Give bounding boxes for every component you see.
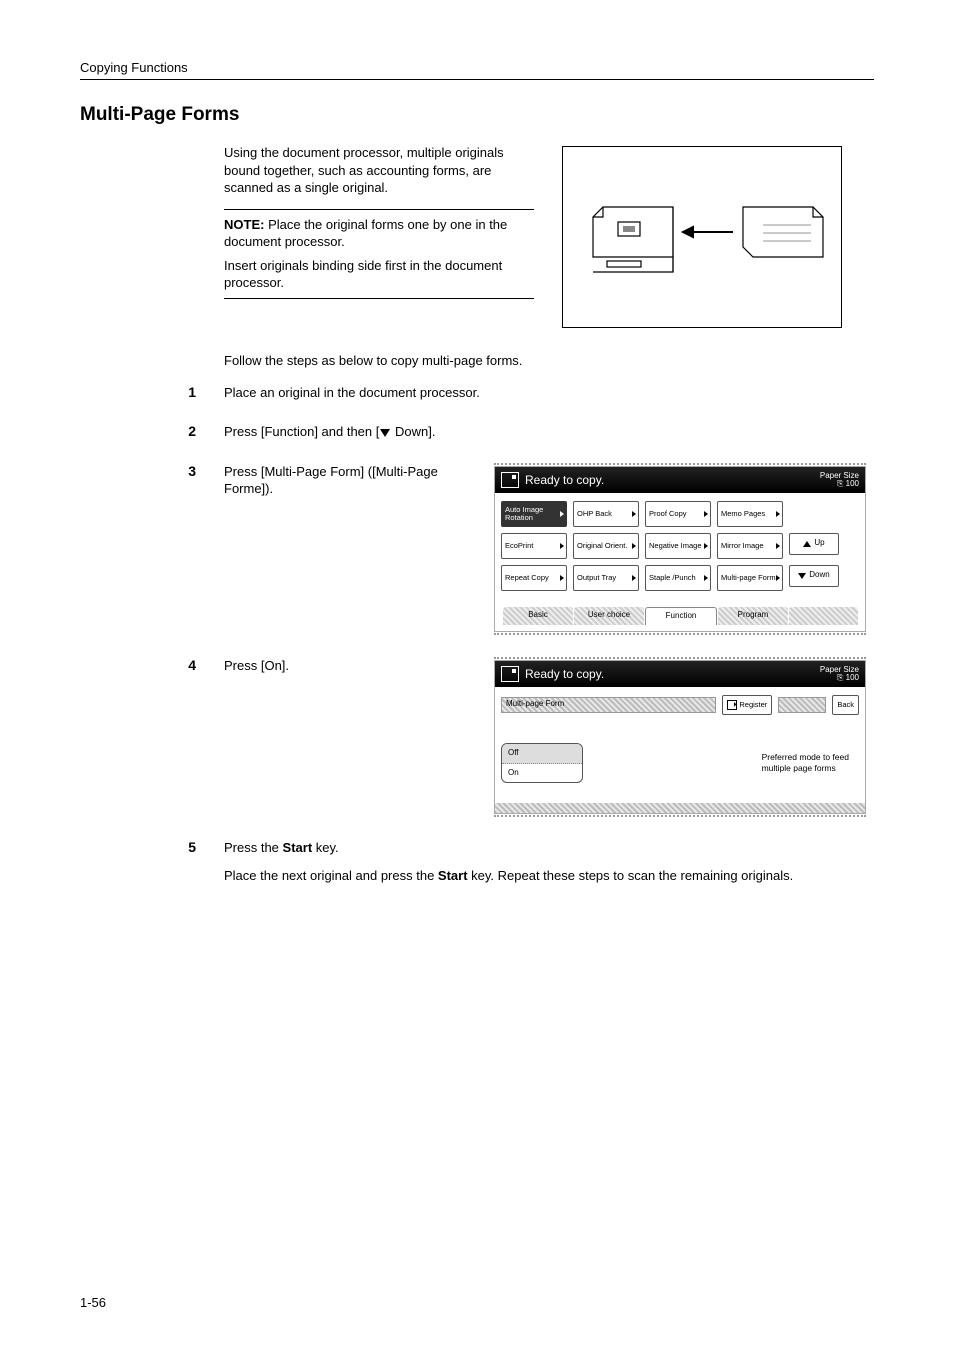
btn-original-orient[interactable]: Original Orient.: [573, 533, 639, 559]
bottom-hatch: [495, 803, 865, 813]
step-number-3: 3: [180, 463, 196, 479]
tab-program[interactable]: Program: [718, 607, 788, 625]
step-number-2: 2: [180, 423, 196, 439]
screen1-title: Ready to copy.: [525, 472, 604, 488]
step-5-detail: Place the next original and press the St…: [224, 867, 874, 885]
follow-text: Follow the steps as below to copy multi-…: [224, 352, 874, 370]
tab-function[interactable]: Function: [645, 607, 717, 625]
btn-ecoprint[interactable]: EcoPrint: [501, 533, 567, 559]
header-rule: [80, 79, 874, 80]
step-4-text: Press [On].: [224, 657, 474, 675]
btn-back[interactable]: Back: [832, 695, 859, 715]
step-1-text: Place an original in the document proces…: [224, 384, 874, 402]
step-number-4: 4: [180, 657, 196, 673]
screen2-title: Ready to copy.: [525, 666, 604, 682]
touchscreen-function-menu: Ready to copy. Paper Size ⎘ 100 Auto Ima…: [494, 466, 866, 632]
intro-paragraph: Using the document processor, multiple o…: [224, 144, 534, 197]
btn-ohp-back[interactable]: OHP Back: [573, 501, 639, 527]
btn-negative-image[interactable]: Negative Image: [645, 533, 711, 559]
step-2-text: Press [Function] and then [ Down].: [224, 423, 874, 441]
note-text-2: Insert originals binding side first in t…: [224, 257, 534, 292]
step-5-text: Press the Start key.: [224, 839, 874, 857]
preferred-mode-text: Preferred mode to feed multiple page for…: [762, 752, 849, 774]
btn-register[interactable]: Register: [722, 695, 772, 715]
note-text-1: Place the original forms one by one in t…: [224, 217, 507, 250]
note-block: NOTE: Place the original forms one by on…: [224, 209, 534, 299]
section-title: Multi-Page Forms: [80, 104, 874, 126]
btn-proof-copy[interactable]: Proof Copy: [645, 501, 711, 527]
feeder-diagram: [562, 146, 842, 328]
tab-spacer: [789, 607, 858, 625]
tab-basic[interactable]: Basic: [503, 607, 573, 625]
btn-down[interactable]: Down: [789, 565, 839, 587]
register-icon: [727, 700, 737, 710]
down-triangle-icon-2: [798, 573, 806, 579]
btn-staple-punch[interactable]: Staple /Punch: [645, 565, 711, 591]
btn-off[interactable]: Off: [502, 744, 582, 764]
tab-user-choice[interactable]: User choice: [574, 607, 644, 625]
page-number: 1-56: [80, 1295, 106, 1310]
onoff-group: Off On: [501, 743, 583, 784]
step-number-1: 1: [180, 384, 196, 400]
note-label: NOTE:: [224, 217, 264, 232]
btn-on[interactable]: On: [502, 764, 582, 783]
up-triangle-icon: [803, 541, 811, 547]
btn-memo-pages[interactable]: Memo Pages: [717, 501, 783, 527]
screen2-strip-label: Multi-page Form: [501, 697, 716, 713]
touchscreen-multipage-form: Ready to copy. Paper Size ⎘ 100 Multi-pa…: [494, 660, 866, 815]
down-triangle-icon: [380, 429, 390, 437]
running-header: Copying Functions: [80, 60, 874, 75]
btn-repeat-copy[interactable]: Repeat Copy: [501, 565, 567, 591]
copy-icon-2: [501, 666, 519, 682]
spacer-hatch: [778, 697, 826, 713]
step-number-5: 5: [180, 839, 196, 855]
btn-multi-page-form[interactable]: Multi-page Form: [717, 565, 783, 591]
step-3-text: Press [Multi-Page Form] ([Multi-Page For…: [224, 463, 474, 498]
btn-output-tray[interactable]: Output Tray: [573, 565, 639, 591]
btn-up[interactable]: Up: [789, 533, 839, 555]
copy-icon: [501, 472, 519, 488]
btn-mirror-image[interactable]: Mirror Image: [717, 533, 783, 559]
btn-auto-image-rotation[interactable]: Auto Image Rotation: [501, 501, 567, 527]
